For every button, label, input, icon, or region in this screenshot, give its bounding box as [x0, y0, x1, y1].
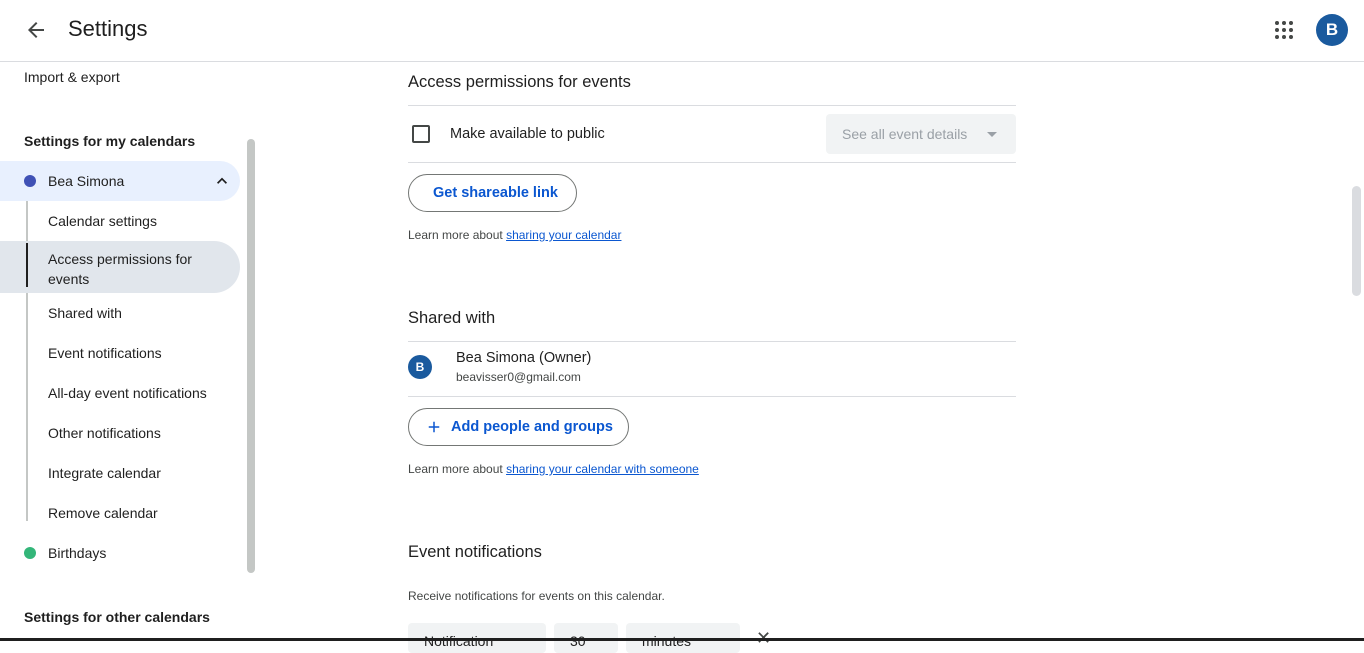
page-title: Settings — [68, 16, 148, 41]
notification-type-value: Notification — [424, 633, 494, 649]
calendar-row-birthdays[interactable]: Birthdays — [0, 535, 240, 571]
other-calendars-heading: Settings for other calendars — [24, 609, 210, 625]
sidebar-item-import-export[interactable]: Import & export — [24, 69, 120, 85]
tree-line-active — [26, 243, 28, 287]
make-public-checkbox[interactable] — [412, 125, 430, 143]
account-avatar[interactable]: B — [1316, 14, 1348, 46]
shared-with-title: Shared with — [408, 309, 496, 327]
divider — [408, 341, 1016, 342]
calendar-row-bea-simona[interactable]: Bea Simona — [0, 161, 240, 201]
user-name: Bea Simona (Owner) — [456, 350, 592, 366]
arrow-back-icon — [28, 22, 44, 38]
select-value: See all event details — [842, 126, 968, 142]
user-email: beavisser0@gmail.com — [456, 370, 581, 384]
access-help-text: Learn more about sharing your calendar — [408, 228, 621, 242]
back-button[interactable] — [16, 10, 56, 50]
public-visibility-select[interactable]: See all event details — [826, 114, 1016, 154]
apps-button[interactable] — [1264, 10, 1304, 50]
user-avatar: B — [408, 355, 432, 379]
sidebar-item-shared-with[interactable]: Shared with — [48, 305, 122, 321]
help-prefix: Learn more about — [408, 228, 507, 242]
notification-unit-value: minutes — [642, 633, 692, 649]
settings-sidebar: Import & export Settings for my calendar… — [0, 63, 258, 641]
sharing-calendar-link[interactable]: sharing your calendar — [506, 228, 621, 242]
calendar-name: Bea Simona — [48, 173, 125, 189]
apps-grid-icon — [1275, 21, 1293, 39]
divider — [408, 396, 1016, 397]
birthdays-color-dot — [24, 547, 36, 559]
add-people-label: Add people and groups — [451, 419, 613, 435]
chevron-up-icon[interactable] — [212, 171, 232, 191]
divider — [408, 162, 1016, 163]
sidebar-item-integrate-calendar[interactable]: Integrate calendar — [48, 465, 161, 481]
divider — [408, 105, 1016, 106]
sidebar-item-all-day-notifications[interactable]: All-day event notifications — [48, 385, 207, 401]
event-notifications-title: Event notifications — [408, 543, 542, 561]
main-scrollbar[interactable] — [1352, 186, 1361, 296]
access-permissions-title: Access permissions for events — [408, 73, 631, 91]
sharing-with-someone-link[interactable]: sharing your calendar with someone — [506, 462, 699, 476]
get-shareable-link-button[interactable]: Get shareable link — [408, 174, 577, 212]
calendar-color-dot — [24, 175, 36, 187]
sidebar-item-access-permissions[interactable]: Access permissions for events — [48, 249, 218, 289]
make-public-label: Make available to public — [450, 126, 605, 142]
sidebar-item-other-notifications[interactable]: Other notifications — [48, 425, 161, 441]
add-people-button[interactable]: Add people and groups — [408, 408, 629, 446]
help-prefix: Learn more about — [408, 462, 507, 476]
birthdays-label: Birthdays — [48, 545, 107, 561]
sidebar-scrollbar[interactable] — [247, 139, 255, 573]
sidebar-item-event-notifications[interactable]: Event notifications — [48, 345, 162, 361]
sidebar-item-calendar-settings[interactable]: Calendar settings — [48, 213, 157, 229]
notification-amount-value: 30 — [570, 633, 586, 649]
dropdown-arrow-icon — [987, 132, 997, 137]
shared-help-text: Learn more about sharing your calendar w… — [408, 462, 699, 476]
get-shareable-link-label: Get shareable link — [433, 185, 558, 201]
my-calendars-heading: Settings for my calendars — [24, 133, 196, 149]
plus-icon — [428, 421, 440, 433]
sidebar-item-remove-calendar[interactable]: Remove calendar — [48, 505, 158, 521]
top-app-bar: Settings B — [0, 0, 1364, 62]
notifications-description: Receive notifications for events on this… — [408, 589, 665, 603]
